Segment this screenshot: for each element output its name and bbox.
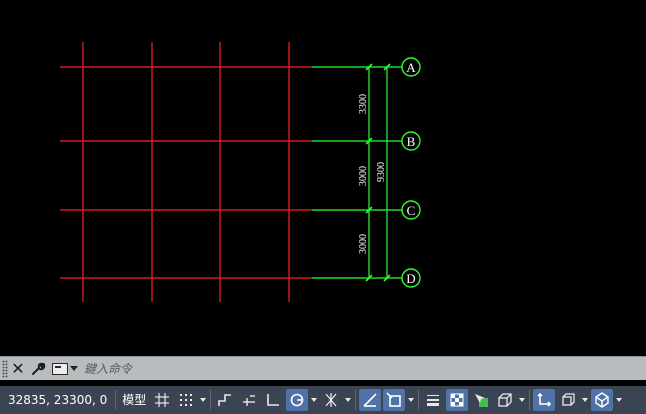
lineweight-icon[interactable] [422,389,444,411]
grid-display-icon[interactable] [151,389,173,411]
axis-label-d: D [406,271,415,286]
chevron-down-icon [345,398,352,402]
selection-cycling-icon[interactable] [470,389,492,411]
chevron-down-icon [582,398,589,402]
snap-mode-icon[interactable] [175,389,197,411]
chevron-down-icon [519,398,526,402]
status-bar: 32835, 23300, 0 模型 [0,386,646,414]
object-snap-tracking-icon[interactable] [359,389,382,411]
chevron-down-icon [311,398,318,402]
dimension-text-total: 9300 [376,162,387,182]
command-prompt-button[interactable] [52,358,78,380]
dynamic-ucs-icon[interactable] [533,389,556,411]
coordinates-readout[interactable]: 32835, 23300, 0 [0,386,113,414]
transparency-icon[interactable] [446,389,469,411]
snap-mode-dropdown[interactable] [198,389,208,411]
dimension-text-ab: 3300 [358,94,369,114]
command-prompt-icon [52,362,68,375]
dynamic-input-icon[interactable] [238,389,260,411]
polar-tracking-icon[interactable] [286,389,309,411]
object-snap-icon[interactable] [383,389,406,411]
close-icon[interactable]: ✕ [8,358,28,380]
divider [355,390,357,410]
drawing-svg[interactable]: 3300 3000 3000 9300 A B C D [0,0,646,356]
gizmo-dropdown[interactable] [614,389,624,411]
divider [210,390,212,410]
ortho-mode-icon[interactable] [262,389,284,411]
selection-filter-dropdown[interactable] [580,389,590,411]
infer-constraints-icon[interactable] [214,389,236,411]
dimension-text-bc: 3000 [358,166,369,186]
chevron-down-icon [408,398,415,402]
3d-snap-dropdown[interactable] [517,389,527,411]
wrench-icon[interactable] [28,358,48,380]
gizmo-icon[interactable] [591,389,614,411]
object-snap-dropdown[interactable] [406,389,416,411]
command-line: ✕ [0,356,646,380]
divider [529,390,531,410]
polar-tracking-dropdown[interactable] [309,389,319,411]
selection-filtering-icon[interactable] [557,389,579,411]
axis-label-b: B [407,134,416,149]
drawing-canvas[interactable]: 3300 3000 3000 9300 A B C D [0,0,646,356]
autocad-window: 3300 3000 3000 9300 A B C D ✕ 鍵入命令 32835… [0,0,646,414]
model-space-button[interactable]: 模型 [118,386,150,414]
dimension-text-cd: 3000 [358,234,369,254]
isometric-drafting-icon[interactable] [320,389,342,411]
command-input[interactable] [84,358,584,379]
chevron-down-icon [200,398,207,402]
axis-label-a: A [406,60,416,75]
chevron-down-icon [70,366,78,371]
isometric-dropdown[interactable] [343,389,353,411]
chevron-down-icon [616,398,623,402]
divider [115,390,117,410]
3d-object-snap-icon[interactable] [494,389,516,411]
divider [418,390,420,410]
axis-label-c: C [407,203,416,218]
